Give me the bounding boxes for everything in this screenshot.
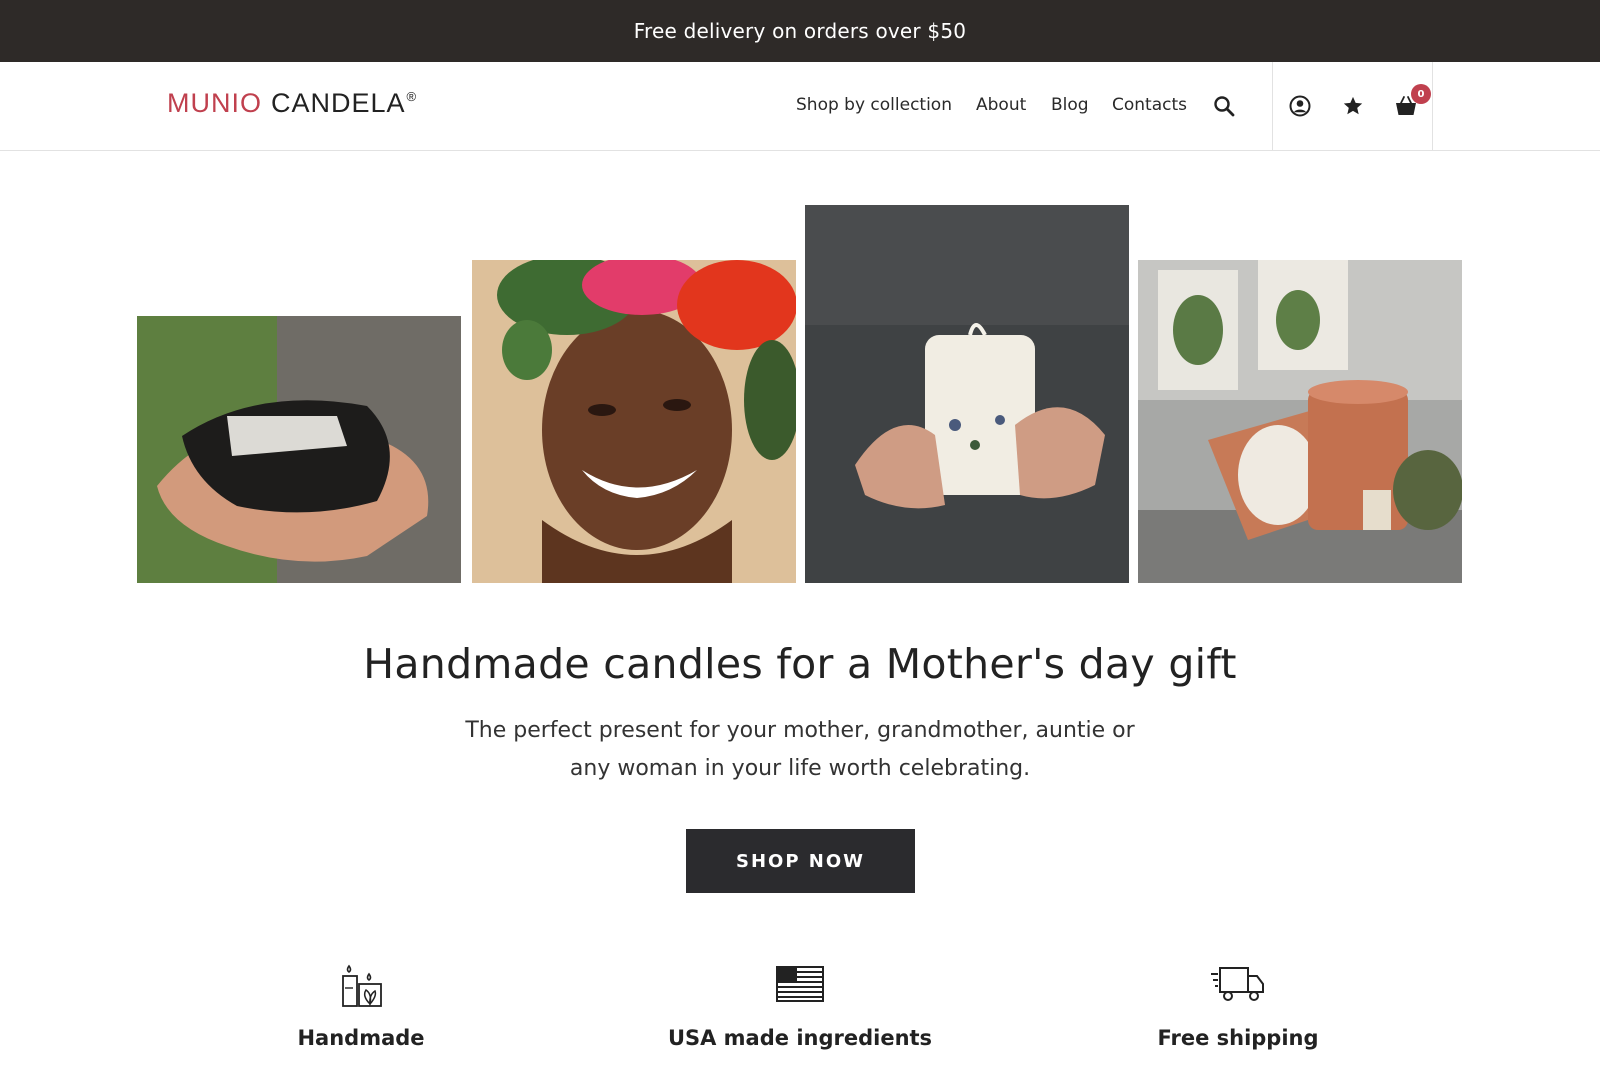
logo[interactable]: MUNIO CANDELA ® (167, 88, 417, 119)
hero-photo-woman-flower-crown (472, 260, 796, 583)
logo-part-munio: MUNIO (167, 88, 262, 118)
shop-now-button[interactable]: SHOP NOW (686, 829, 915, 893)
feature-free-shipping: Free shipping (1058, 956, 1418, 1050)
hero-photo-hands-ceramic (137, 316, 461, 583)
nav-about[interactable]: About (976, 95, 1026, 115)
cart-count-badge: 0 (1411, 84, 1431, 104)
logo-registered-mark: ® (406, 89, 418, 104)
delivery-truck-icon (1058, 956, 1418, 1012)
nav-contacts[interactable]: Contacts (1112, 95, 1187, 115)
hero-title: Handmade candles for a Mother's day gift (363, 640, 1237, 688)
usa-flag-icon (620, 956, 980, 1012)
feature-title-handmade: Handmade (297, 1026, 425, 1050)
search-icon[interactable] (1211, 93, 1237, 119)
hero-subtitle: The perfect present for your mother, gra… (400, 712, 1200, 788)
promo-text: Free delivery on orders over $50 (633, 19, 967, 43)
cart-icon[interactable]: 0 (1393, 84, 1431, 119)
feature-usa-ingredients: USA made ingredients (620, 956, 980, 1050)
feature-title-usa: USA made ingredients (667, 1026, 933, 1050)
site-header: MUNIO CANDELA ® Shop by collection About… (0, 62, 1600, 151)
nav-blog[interactable]: Blog (1051, 95, 1089, 115)
nav-shop-by-collection[interactable]: Shop by collection (796, 95, 952, 115)
hero-subtitle-line-2: any woman in your life worth celebrating… (569, 756, 1031, 781)
feature-title-shipping: Free shipping (1157, 1026, 1319, 1050)
header-divider-left (1272, 62, 1273, 150)
promo-bar: Free delivery on orders over $50 (0, 0, 1600, 62)
logo-part-candela: CANDELA (271, 88, 406, 118)
account-icon[interactable] (1287, 93, 1313, 119)
feature-handmade: Handmade (181, 956, 541, 1050)
hero-photo-terracotta-candle (1138, 260, 1462, 583)
hero-photo-candle-held (805, 205, 1129, 583)
header-divider-right (1432, 62, 1433, 150)
candles-icon (181, 956, 541, 1012)
star-icon[interactable] (1340, 93, 1366, 119)
hero-subtitle-line-1: The perfect present for your mother, gra… (465, 718, 1135, 743)
